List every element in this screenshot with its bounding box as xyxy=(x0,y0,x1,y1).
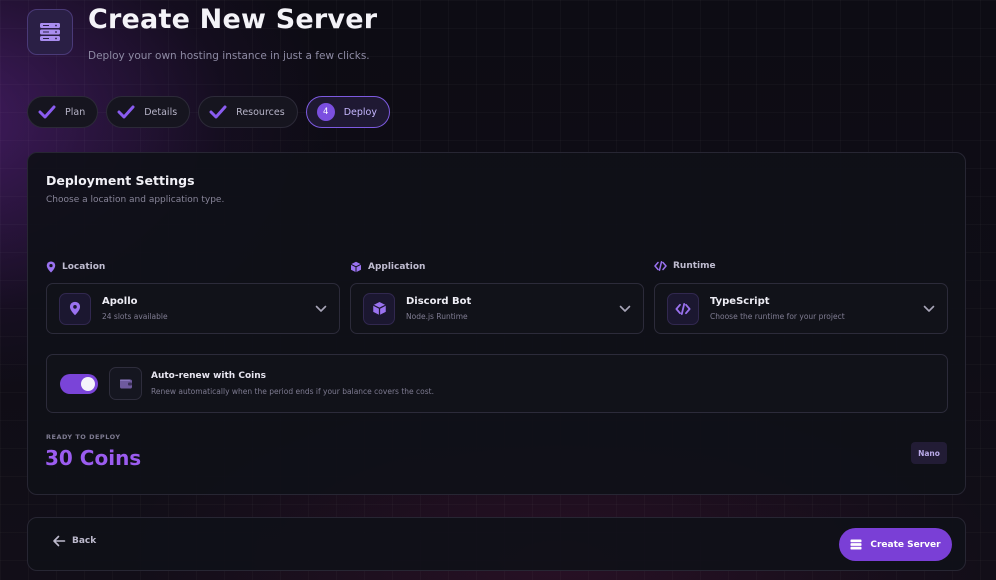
step-details[interactable]: Details xyxy=(106,96,191,128)
application-label: Application xyxy=(350,261,425,273)
chevron-down-icon xyxy=(923,305,935,312)
step-number: 4 xyxy=(316,103,335,121)
application-select[interactable]: Discord Bot Node.js Runtime xyxy=(350,283,644,334)
application-value: Discord Bot xyxy=(406,296,472,307)
server-icon xyxy=(850,539,862,550)
location-value: Apollo xyxy=(102,296,138,307)
check-icon xyxy=(117,105,135,119)
wallet-icon xyxy=(109,367,142,400)
section-subtitle: Choose a location and application type. xyxy=(46,195,225,205)
check-icon xyxy=(209,105,227,119)
toggle-knob xyxy=(81,377,95,391)
create-server-page: Create New Server Deploy your own hostin… xyxy=(0,0,996,580)
back-label: Back xyxy=(72,536,97,546)
auto-renew-title: Auto-renew with Coins xyxy=(151,371,266,381)
deploy-status: READY TO DEPLOY xyxy=(46,433,121,441)
section-title: Deployment Settings xyxy=(46,173,195,188)
page-title: Create New Server xyxy=(88,4,378,35)
create-server-label: Create Server xyxy=(870,539,941,550)
step-label: Plan xyxy=(65,106,86,118)
chevron-down-icon xyxy=(619,305,631,312)
deployment-settings-card: Deployment Settings Choose a location an… xyxy=(27,152,966,495)
cube-icon xyxy=(363,292,395,325)
code-icon xyxy=(667,292,699,325)
auto-renew-panel: Auto-renew with Coins Renew automaticall… xyxy=(46,354,948,413)
location-label: Location xyxy=(46,261,105,273)
runtime-select[interactable]: TypeScript Choose the runtime for your p… xyxy=(654,283,948,334)
map-pin-icon xyxy=(46,261,56,273)
step-resources[interactable]: Resources xyxy=(198,96,298,128)
auto-renew-toggle[interactable] xyxy=(60,374,98,394)
server-icon xyxy=(27,9,73,55)
chevron-down-icon xyxy=(315,305,327,312)
location-select[interactable]: Apollo 24 slots available xyxy=(46,283,340,334)
create-server-button[interactable]: Create Server xyxy=(839,528,952,561)
plan-badge: Nano xyxy=(911,442,947,464)
footer-bar: Back Create Server xyxy=(27,517,966,571)
check-icon xyxy=(38,105,56,119)
step-label: Details xyxy=(144,106,178,118)
runtime-detail: Choose the runtime for your project xyxy=(710,312,845,321)
back-button[interactable]: Back xyxy=(52,535,96,547)
stepper: Plan Details Resources 4 Deploy xyxy=(27,96,390,128)
step-plan[interactable]: Plan xyxy=(27,96,99,128)
step-label: Deploy xyxy=(343,106,377,118)
page-subtitle: Deploy your own hosting instance in just… xyxy=(88,50,370,62)
cube-icon xyxy=(350,261,362,273)
arrow-left-icon xyxy=(53,535,66,547)
price-total: 30 Coins xyxy=(45,446,142,470)
runtime-value: TypeScript xyxy=(710,296,770,307)
runtime-label: Runtime xyxy=(654,261,716,271)
code-icon xyxy=(654,261,667,271)
map-pin-icon xyxy=(59,292,91,325)
location-detail: 24 slots available xyxy=(102,312,168,321)
application-detail: Node.js Runtime xyxy=(406,312,468,321)
auto-renew-description: Renew automatically when the period ends… xyxy=(151,387,434,396)
step-label: Resources xyxy=(236,106,285,118)
step-deploy[interactable]: 4 Deploy xyxy=(305,96,390,128)
